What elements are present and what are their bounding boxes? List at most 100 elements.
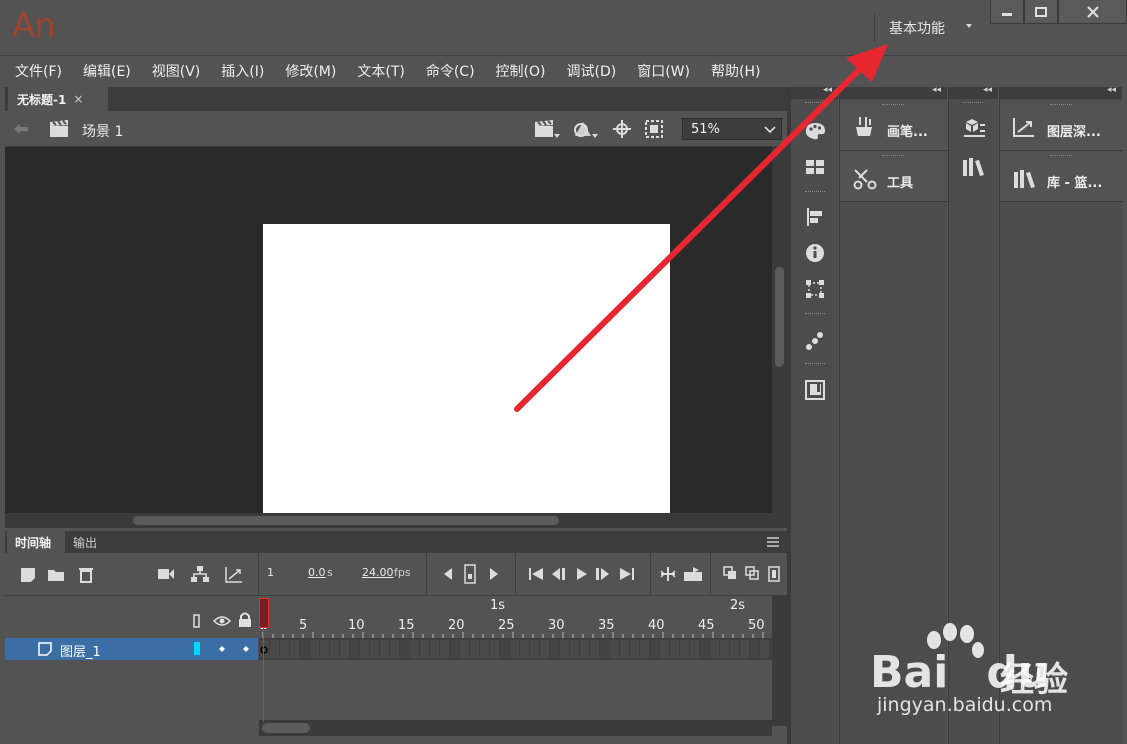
menu-modify[interactable]: 修改(M)	[285, 61, 336, 81]
swatches-panel-button[interactable]	[792, 149, 838, 185]
dock-collapse-bar[interactable]: ◂◂	[1000, 85, 1122, 99]
next-keyframe-icon[interactable]	[489, 567, 499, 581]
frame-cell[interactable]	[290, 640, 299, 658]
panel-grip[interactable]	[1050, 104, 1072, 106]
new-layer-icon[interactable]	[20, 567, 36, 583]
properties-panel-button[interactable]	[951, 111, 997, 147]
layer-row[interactable]: 图层_1	[5, 638, 258, 660]
prev-keyframe-icon[interactable]	[443, 567, 453, 581]
panel-grip[interactable]	[1050, 155, 1072, 157]
frame-cell[interactable]	[550, 640, 559, 658]
step-forward-frame-icon[interactable]	[595, 567, 611, 581]
frame-cell[interactable]	[460, 640, 469, 658]
close-button[interactable]	[1058, 0, 1127, 24]
frame-cell[interactable]	[360, 640, 369, 658]
frame-cell[interactable]	[300, 640, 309, 658]
stage-horizontal-scroll-thumb[interactable]	[133, 516, 559, 525]
frame-cell[interactable]	[440, 640, 449, 658]
layer-parenting-icon[interactable]	[191, 565, 209, 583]
frame-cell[interactable]	[560, 640, 569, 658]
collapse-icon[interactable]: ◂◂	[983, 85, 992, 95]
graph-icon[interactable]	[225, 566, 243, 583]
maximize-button[interactable]	[1024, 0, 1058, 24]
frame-cell[interactable]	[470, 640, 479, 658]
panel-grip[interactable]	[963, 102, 983, 104]
frame-cell[interactable]	[370, 640, 379, 658]
step-back-frame-icon[interactable]	[551, 567, 567, 581]
frame-cell[interactable]	[400, 640, 409, 658]
tab-output[interactable]: 输出	[73, 531, 97, 553]
menu-file[interactable]: 文件(F)	[15, 61, 62, 81]
frame-cell[interactable]	[310, 640, 319, 658]
library-panel-button[interactable]	[951, 149, 997, 185]
frame-cell[interactable]	[510, 640, 519, 658]
layer-outline-icon[interactable]	[193, 614, 201, 628]
frame-cell[interactable]	[760, 640, 769, 658]
tools-panel-button[interactable]: 工具	[840, 152, 948, 202]
timeline-horizontal-scrollbar[interactable]	[259, 720, 772, 736]
frame-cell[interactable]	[340, 640, 349, 658]
brush-library-panel-button[interactable]: 画笔...	[840, 101, 948, 151]
menu-window[interactable]: 窗口(W)	[637, 61, 690, 81]
minimize-button[interactable]	[990, 0, 1024, 24]
color-panel-button[interactable]	[792, 113, 838, 149]
clip-stage-icon[interactable]	[645, 120, 663, 138]
menu-debug[interactable]: 调试(D)	[567, 61, 617, 81]
layer-frames[interactable]	[259, 638, 772, 660]
frame-cell[interactable]	[330, 640, 339, 658]
workspace-caret-icon[interactable]	[966, 24, 972, 28]
collapse-icon[interactable]: ◂◂	[932, 85, 941, 95]
frame-cell[interactable]	[610, 640, 619, 658]
frame-cell[interactable]	[390, 640, 399, 658]
frame-cell[interactable]	[500, 640, 509, 658]
collapse-icon[interactable]: ◂◂	[1107, 85, 1116, 95]
insert-keyframe-icon[interactable]	[464, 564, 476, 584]
layer-name[interactable]: 图层_1	[60, 641, 101, 660]
frame-cell[interactable]	[350, 640, 359, 658]
frame-cell[interactable]	[700, 640, 709, 658]
panel-grip[interactable]	[805, 313, 825, 315]
frame-cell[interactable]	[670, 640, 679, 658]
frame-cell[interactable]	[720, 640, 729, 658]
panel-grip[interactable]	[882, 104, 904, 106]
center-stage-icon[interactable]	[613, 120, 631, 138]
frame-cell[interactable]	[280, 640, 289, 658]
back-arrow-icon[interactable]	[13, 123, 29, 135]
frame-cell[interactable]	[520, 640, 529, 658]
collapse-icon[interactable]: ◂◂	[823, 85, 832, 95]
play-icon[interactable]	[576, 567, 588, 581]
menu-view[interactable]: 视图(V)	[152, 61, 201, 81]
code-snippets-panel-button[interactable]	[792, 323, 838, 359]
edit-symbols-icon[interactable]	[571, 118, 599, 140]
delete-layer-icon[interactable]	[78, 566, 94, 583]
menu-commands[interactable]: 命令(C)	[426, 61, 475, 81]
menu-help[interactable]: 帮助(H)	[711, 61, 760, 81]
frame-cell[interactable]	[650, 640, 659, 658]
frame-cell[interactable]	[710, 640, 719, 658]
lock-icon[interactable]	[238, 612, 252, 628]
frame-cell[interactable]	[380, 640, 389, 658]
frame-cell[interactable]	[740, 640, 749, 658]
menu-text[interactable]: 文本(T)	[357, 61, 404, 81]
frame-cell[interactable]	[420, 640, 429, 658]
frame-cell[interactable]	[600, 640, 609, 658]
components-panel-button[interactable]	[792, 372, 838, 408]
tab-timeline[interactable]: 时间轴	[7, 531, 65, 553]
timeline-horizontal-scroll-thumb[interactable]	[262, 723, 310, 733]
zoom-select[interactable]: 51%	[682, 118, 782, 140]
loop-icon[interactable]	[683, 566, 703, 582]
stage-pasteboard[interactable]	[5, 147, 772, 513]
frame-cell[interactable]	[620, 640, 629, 658]
frame-cell[interactable]	[270, 640, 279, 658]
go-to-first-frame-icon[interactable]	[528, 567, 544, 581]
menu-insert[interactable]: 插入(I)	[221, 61, 264, 81]
frame-cell[interactable]	[320, 640, 329, 658]
elapsed-time[interactable]: 0.0	[308, 566, 326, 579]
eye-icon[interactable]	[213, 615, 231, 627]
dock-collapse-bar[interactable]: ◂◂	[949, 85, 998, 99]
panel-grip[interactable]	[805, 191, 825, 193]
frame-cell[interactable]	[480, 640, 489, 658]
onion-skin-outlines-icon[interactable]	[745, 566, 759, 580]
new-folder-icon[interactable]	[47, 568, 65, 582]
workspace-switcher[interactable]: 基本功能	[889, 18, 945, 38]
